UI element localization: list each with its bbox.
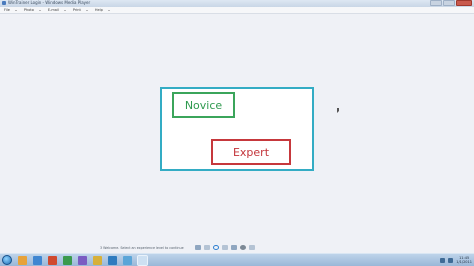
taskbar: 11:45 1/1/2011 <box>0 253 474 266</box>
menu-item-email[interactable]: E-mail <box>44 7 66 13</box>
novice-button[interactable]: Novice <box>172 92 235 118</box>
shuffle-icon[interactable] <box>231 245 237 250</box>
clock-date: 1/1/2011 <box>456 260 472 264</box>
stop-icon[interactable] <box>204 245 210 250</box>
window-title: WinTrainer Login - Windows Media Player <box>8 0 91 5</box>
explorer-icon[interactable] <box>18 256 27 265</box>
close-button[interactable] <box>456 0 472 6</box>
speaker-icon[interactable] <box>448 257 454 263</box>
media-player-task[interactable] <box>137 255 148 266</box>
mouse-cursor-icon <box>337 108 339 113</box>
network-icon[interactable] <box>440 257 446 263</box>
play-icon[interactable] <box>213 245 219 250</box>
desktop-screen: WinTrainer Login - Windows Media Player … <box>0 0 474 266</box>
menu-item-file[interactable]: File <box>0 7 17 13</box>
window-titlebar[interactable]: WinTrainer Login - Windows Media Player <box>0 0 474 7</box>
window-controls <box>430 0 472 6</box>
maximize-button[interactable] <box>443 0 455 6</box>
start-button[interactable] <box>2 255 12 265</box>
app-icon-5[interactable] <box>78 256 87 265</box>
menu-bar: File Photo E-mail Print Help <box>0 7 474 14</box>
menu-item-help[interactable]: Help <box>91 7 110 13</box>
clock[interactable]: 11:45 1/1/2011 <box>456 256 472 264</box>
level-select-card: Novice Expert <box>160 87 314 171</box>
ie-icon[interactable] <box>33 256 42 265</box>
previous-icon[interactable] <box>195 245 201 250</box>
next-icon[interactable] <box>222 245 228 250</box>
system-tray: 11:45 1/1/2011 <box>440 256 472 264</box>
player-controls <box>195 245 255 251</box>
excel-icon[interactable] <box>63 256 72 265</box>
app-icon-8[interactable] <box>123 256 132 265</box>
settings-icon[interactable] <box>240 245 246 250</box>
app-icon-6[interactable] <box>93 256 102 265</box>
status-text: 3 Welcome. Select an experience level to… <box>100 245 184 250</box>
volume-icon[interactable] <box>249 245 255 250</box>
expert-button[interactable]: Expert <box>211 139 291 165</box>
menu-item-photo[interactable]: Photo <box>20 7 41 13</box>
word-icon[interactable] <box>108 256 117 265</box>
menu-item-print[interactable]: Print <box>69 7 88 13</box>
minimize-button[interactable] <box>430 0 442 6</box>
taskbar-apps <box>18 255 148 266</box>
office-icon[interactable] <box>48 256 57 265</box>
app-icon <box>2 1 6 5</box>
